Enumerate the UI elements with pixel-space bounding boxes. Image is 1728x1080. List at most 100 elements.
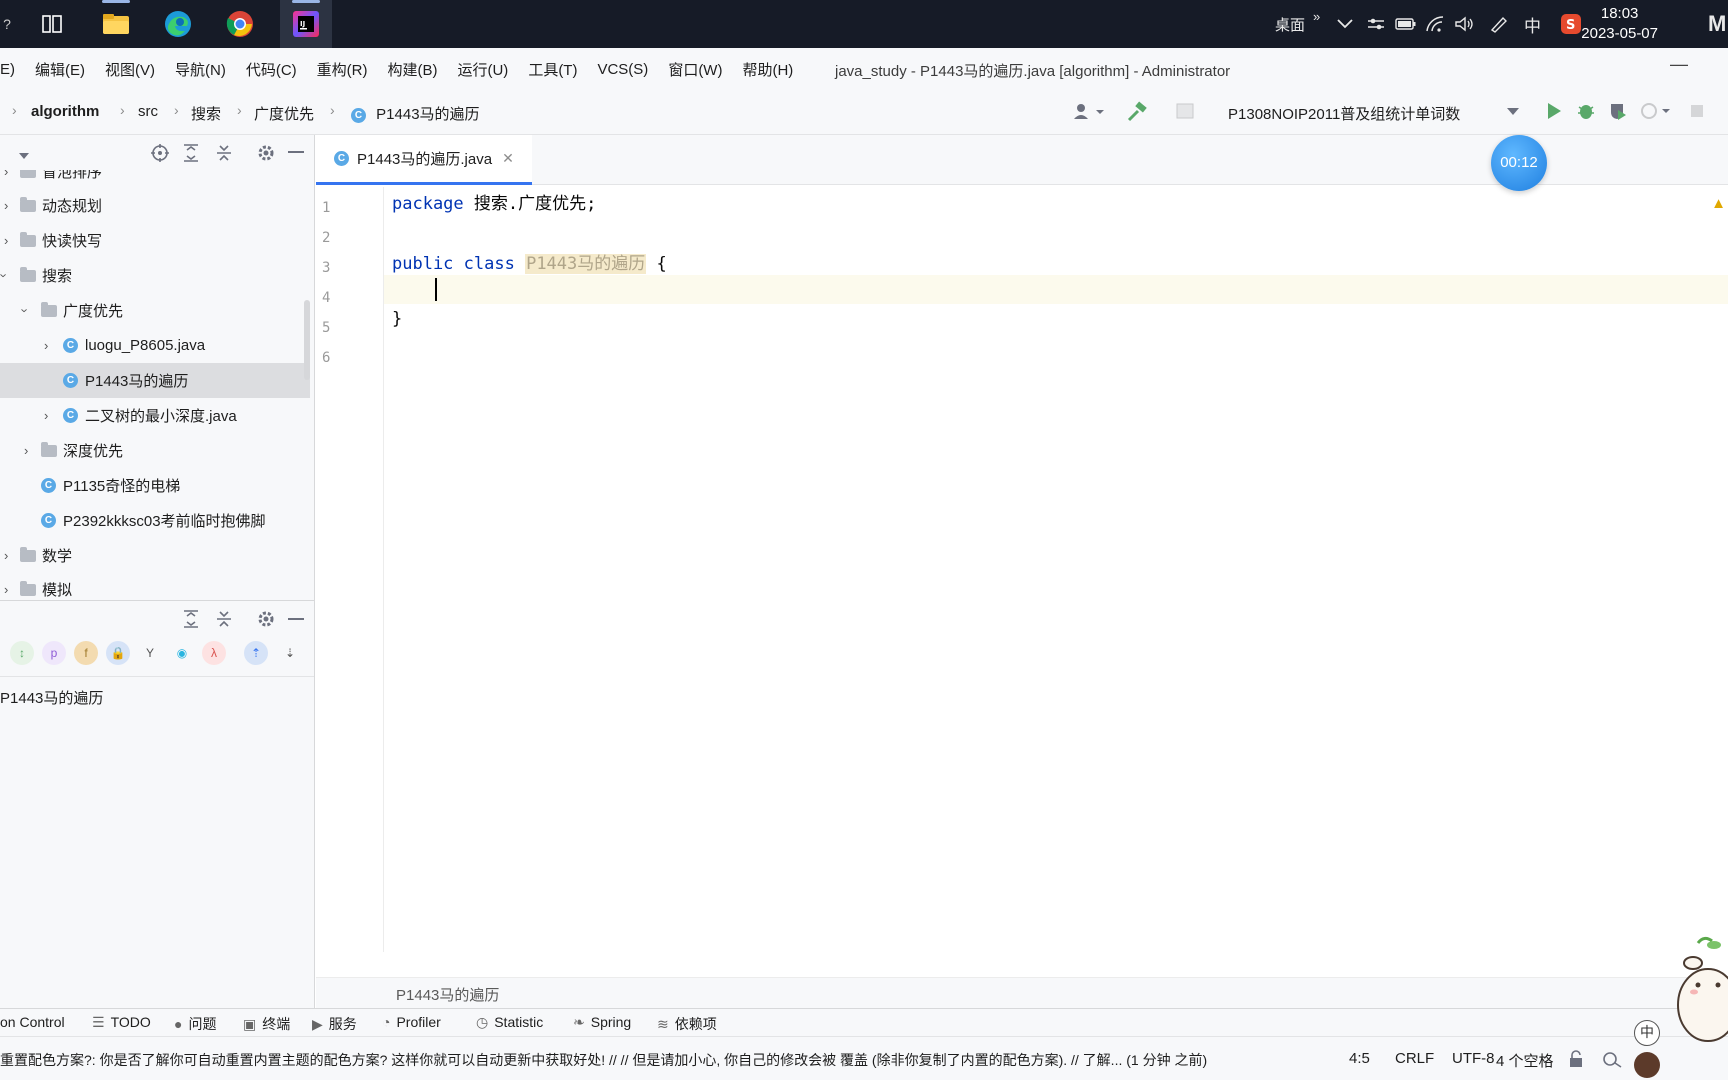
user-account-icon[interactable] [1072, 102, 1106, 126]
breadcrumb-class[interactable]: C P1443马的遍历 [351, 103, 480, 124]
structure-root-class[interactable]: P1443马的遍历 [0, 687, 103, 708]
show-fields-icon[interactable]: f [74, 641, 98, 665]
stop-icon[interactable] [1690, 104, 1704, 122]
menu-build[interactable]: 构建(B) [377, 59, 447, 80]
recording-timer[interactable]: 00:12 [1491, 135, 1547, 191]
chevron-right-icon[interactable]: › [44, 338, 48, 353]
dropdown-arrow-icon[interactable] [1506, 104, 1520, 121]
tree-row-luogu-p8605[interactable]: › C luogu_P8605.java [0, 328, 310, 363]
run-icon[interactable] [1545, 101, 1563, 125]
tree-row-bfs[interactable]: › 广度优先 [0, 293, 310, 328]
tool-profiler[interactable]: ◔ Profiler [382, 1014, 441, 1030]
tray-more-icon[interactable]: » [1313, 0, 1320, 40]
tree-row-dfs[interactable]: › 深度优先 [0, 433, 310, 468]
taskbar-edge-partial[interactable]: ? [0, 0, 14, 48]
taskbar-clock[interactable]: 18:03 2023-05-07 [1581, 4, 1658, 44]
menu-item-partial[interactable]: E) [0, 61, 25, 78]
code-line-5[interactable]: } [392, 309, 402, 329]
tool-problems[interactable]: ● 问题 [174, 1014, 216, 1034]
expand-all-icon[interactable] [182, 609, 200, 633]
tray-settings-sliders-icon[interactable] [1366, 0, 1386, 48]
menu-edit[interactable]: 编辑(E) [25, 59, 95, 80]
inspector-icon[interactable] [1602, 1050, 1624, 1072]
coverage-icon[interactable] [1608, 101, 1628, 125]
chevron-down-icon[interactable]: › [0, 273, 12, 277]
tree-row-p1135[interactable]: C P1135奇怪的电梯 [0, 468, 310, 503]
chrome-icon[interactable] [218, 0, 262, 48]
chevron-right-icon[interactable]: › [44, 408, 48, 423]
close-tab-icon[interactable]: ✕ [502, 150, 514, 167]
file-encoding[interactable]: UTF-8 [1452, 1050, 1495, 1067]
ime-floating-badge[interactable]: 中 [1634, 1020, 1660, 1046]
file-explorer-icon[interactable] [94, 0, 138, 48]
tree-row-fast-io[interactable]: › 快读快写 [0, 223, 310, 258]
project-structure-icon[interactable] [1175, 102, 1195, 124]
settings-gear-icon[interactable] [256, 609, 276, 633]
indent-setting[interactable]: 4 个空格 [1496, 1050, 1554, 1071]
tool-terminal[interactable]: ▣ 终端 [243, 1014, 290, 1034]
tool-dependencies[interactable]: ≋ 依赖项 [657, 1014, 717, 1034]
chevron-right-icon[interactable]: › [4, 548, 8, 563]
tool-version-control[interactable]: on Control [0, 1014, 65, 1030]
sogou-ime-icon[interactable]: S [1560, 0, 1582, 48]
breadcrumb-src[interactable]: src [138, 103, 158, 120]
chevron-down-icon[interactable]: › [18, 308, 33, 312]
chevron-right-icon[interactable]: › [4, 233, 8, 248]
autoscroll-from-source-icon[interactable]: ⇣ [278, 641, 302, 665]
tree-row-binary-tree-min-depth[interactable]: › C 二叉树的最小深度.java [0, 398, 310, 433]
collapse-all-icon[interactable] [215, 143, 233, 167]
breadcrumb-project[interactable]: algorithm [31, 103, 99, 120]
edge-browser-icon[interactable] [156, 0, 200, 48]
autoscroll-to-source-icon[interactable]: ⇡ [244, 641, 268, 665]
breadcrumb-search[interactable]: 搜索 [191, 103, 221, 124]
run-configuration-selector[interactable]: P1308NOIP2011普及组统计单词数 [1228, 103, 1460, 124]
tool-services[interactable]: ▶ 服务 [312, 1014, 357, 1034]
show-inherited-icon[interactable]: Y [138, 641, 162, 665]
menu-navigate[interactable]: 导航(N) [165, 59, 236, 80]
tree-row-math[interactable]: › 数学 [0, 538, 310, 573]
tab-p1443[interactable]: C P1443马的遍历.java ✕ [316, 135, 532, 185]
line-separator[interactable]: CRLF [1395, 1050, 1434, 1067]
menu-refactor[interactable]: 重构(R) [307, 59, 378, 80]
chevron-right-icon[interactable]: › [4, 198, 8, 213]
profiler-icon[interactable] [1640, 101, 1672, 125]
tree-row-p2392[interactable]: C P2392kkksc03考前临时抱佛脚 [0, 503, 310, 538]
lock-icon[interactable] [1568, 1050, 1584, 1072]
hide-panel-icon[interactable] [288, 618, 304, 620]
code-line-3[interactable]: public class P1443马的遍历 { [392, 249, 667, 274]
wifi-icon[interactable] [1425, 0, 1445, 48]
chevron-right-icon[interactable]: › [24, 443, 28, 458]
notification-icon[interactable]: M [1708, 0, 1726, 48]
task-view-icon[interactable] [30, 0, 74, 48]
pen-icon[interactable] [1489, 0, 1509, 48]
caret-position[interactable]: 4:5 [1349, 1050, 1370, 1067]
warning-icon[interactable]: ▲ [1711, 195, 1726, 212]
expand-all-icon[interactable] [182, 143, 200, 167]
tool-spring[interactable]: ❧ Spring [573, 1014, 631, 1031]
hide-panel-icon[interactable] [288, 151, 304, 153]
volume-icon[interactable] [1454, 0, 1474, 48]
view-dropdown-icon[interactable] [18, 147, 30, 164]
show-properties-icon[interactable]: p [42, 641, 66, 665]
breadcrumb-bfs[interactable]: 广度优先 [254, 103, 314, 124]
tree-row-bubble-sort[interactable]: › 冒泡排序 [0, 170, 310, 189]
tree-row-search[interactable]: › 搜索 [0, 258, 310, 293]
tool-todo[interactable]: ☰ TODO [92, 1014, 151, 1031]
debug-icon[interactable] [1576, 101, 1596, 125]
select-opened-file-icon[interactable] [150, 143, 170, 167]
editor-breadcrumb-class[interactable]: P1443马的遍历 [396, 984, 499, 1005]
tray-overflow-chevron-icon[interactable] [1336, 0, 1354, 48]
menu-view[interactable]: 视图(V) [95, 59, 165, 80]
menu-window[interactable]: 窗口(W) [658, 59, 732, 80]
menu-code[interactable]: 代码(C) [236, 59, 307, 80]
chevron-right-icon[interactable]: › [4, 170, 8, 179]
status-message[interactable]: 重置配色方案?: 你是否了解你可自动重置内置主题的配色方案? 这样你就可以自动更… [0, 1050, 1207, 1070]
tree-scrollbar[interactable] [304, 300, 310, 380]
chevron-right-icon[interactable]: › [4, 582, 8, 597]
show-non-public-icon[interactable]: 🔒 [106, 641, 130, 665]
intellij-idea-icon[interactable]: IJ [280, 0, 332, 48]
tool-statistic[interactable]: ◷ Statistic [476, 1014, 543, 1031]
settings-gear-icon[interactable] [256, 143, 276, 167]
show-anonymous-icon[interactable]: ◉ [170, 641, 194, 665]
tree-row-simulation[interactable]: › 模拟 [0, 572, 310, 600]
